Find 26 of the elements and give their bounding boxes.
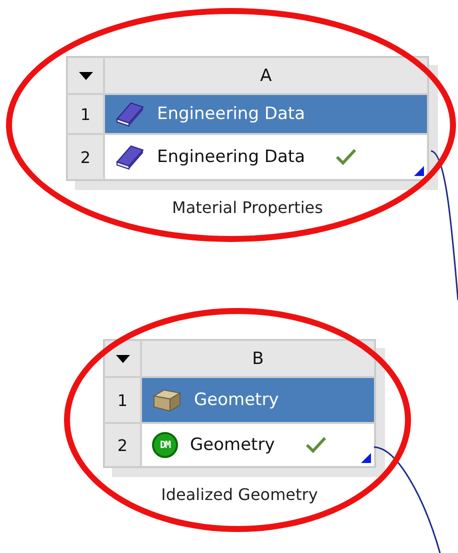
row-number: 2 xyxy=(104,423,141,467)
menu-cell[interactable] xyxy=(104,340,141,377)
component-cell[interactable]: DM Geometry xyxy=(141,423,375,467)
box-icon xyxy=(152,387,182,413)
modeler-icon: DM xyxy=(152,432,178,458)
dropdown-icon[interactable] xyxy=(116,354,130,362)
component-cell[interactable]: Geometry xyxy=(141,377,375,423)
component-cell[interactable]: Engineering Data xyxy=(104,134,428,180)
menu-cell[interactable] xyxy=(67,57,104,94)
link-corner-icon[interactable] xyxy=(361,453,371,463)
system-caption: Idealized Geometry xyxy=(161,485,318,504)
book-icon xyxy=(115,144,145,170)
system-caption: Material Properties xyxy=(172,198,323,217)
link-corner-icon[interactable] xyxy=(414,166,424,176)
row-number: 1 xyxy=(104,377,141,423)
column-header: A xyxy=(104,57,428,94)
book-icon xyxy=(115,101,145,127)
component-label: Engineering Data xyxy=(157,104,305,124)
component-label: Engineering Data xyxy=(157,147,305,167)
dropdown-icon[interactable] xyxy=(78,72,92,80)
component-label: Geometry xyxy=(190,435,275,455)
row-number: 1 xyxy=(67,94,104,134)
component-label: Geometry xyxy=(194,390,279,410)
row-number: 2 xyxy=(67,134,104,180)
column-header: B xyxy=(141,340,375,377)
component-cell[interactable]: Engineering Data xyxy=(104,94,428,134)
